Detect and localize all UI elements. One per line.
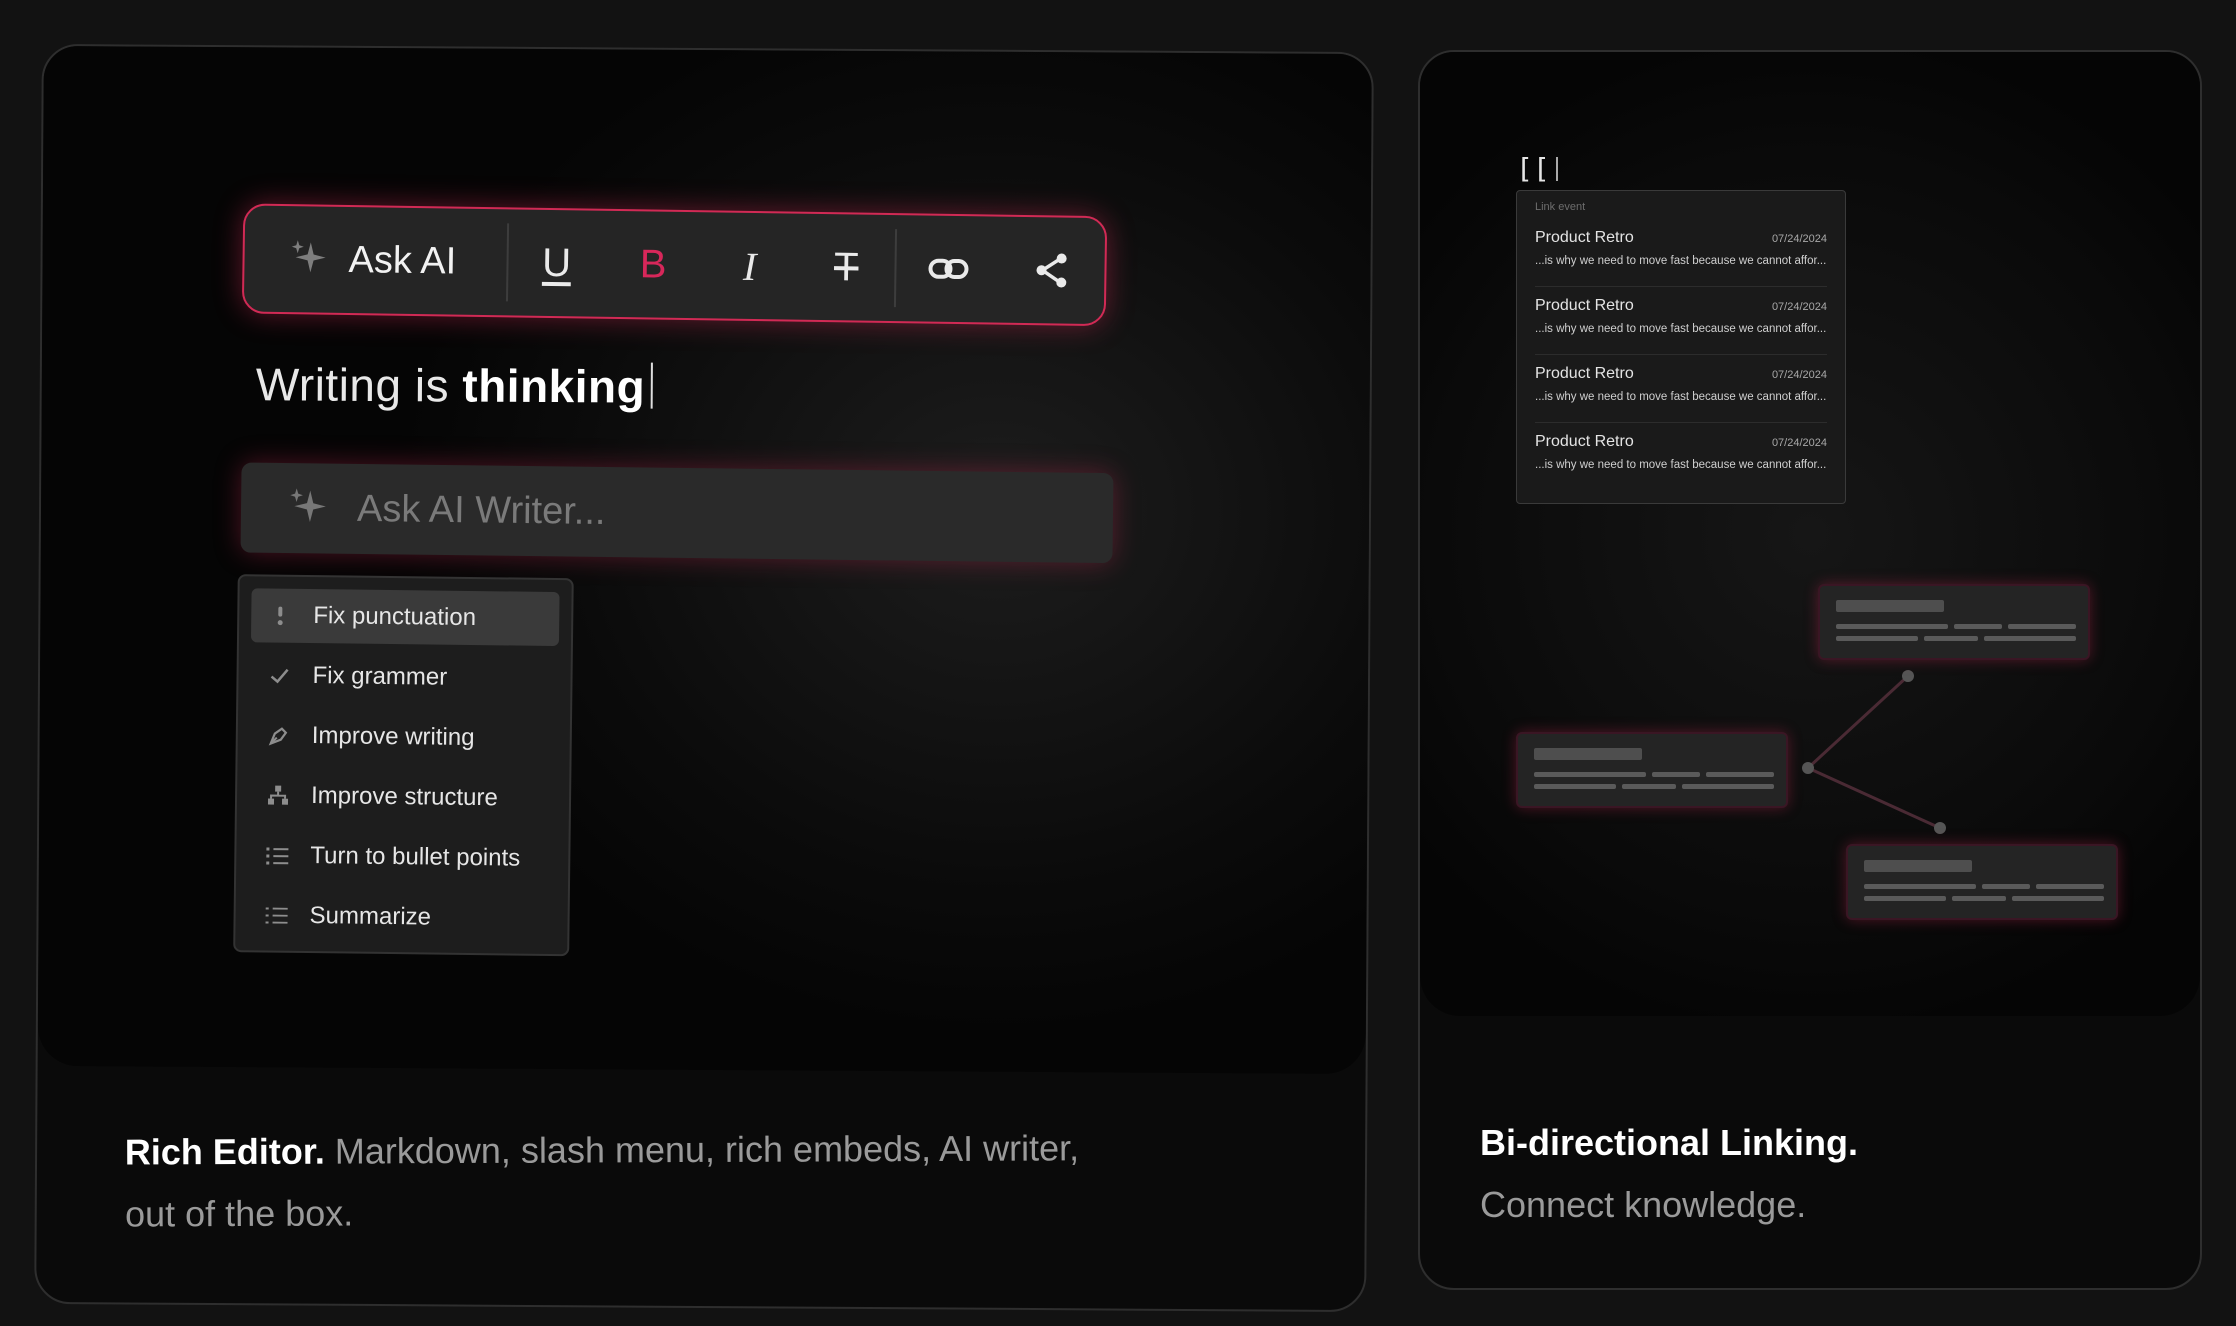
summary-list-icon bbox=[263, 902, 289, 928]
menu-item-fix-punctuation[interactable]: Fix punctuation bbox=[250, 588, 560, 647]
text-format-group: U B I T bbox=[508, 230, 895, 300]
menu-item-improve-writing[interactable]: Improve writing bbox=[249, 708, 558, 766]
share-icon bbox=[1036, 253, 1067, 288]
check-icon bbox=[266, 662, 292, 688]
formatting-toolbar: Ask AI U B I T bbox=[241, 203, 1108, 327]
graph-edge bbox=[1806, 674, 1910, 770]
ask-ai-label: Ask AI bbox=[348, 238, 457, 283]
bi-directional-linking-card: [[ Link event Product Retro 07/24/2024 .… bbox=[1418, 50, 2202, 1290]
menu-item-improve-structure[interactable]: Improve structure bbox=[249, 768, 558, 826]
graph-node-dot bbox=[1902, 670, 1914, 682]
sparkles-icon bbox=[287, 484, 332, 534]
node-line-placeholder bbox=[1652, 772, 1700, 777]
node-line-placeholder bbox=[1864, 884, 1976, 889]
node-line-placeholder bbox=[1682, 784, 1774, 789]
share-button[interactable] bbox=[1020, 238, 1085, 303]
graph-edge bbox=[1807, 766, 1941, 830]
node-line-placeholder bbox=[1836, 624, 1948, 629]
rich-editor-caption: Rich Editor. Markdown, slash menu, rich … bbox=[125, 1117, 1086, 1245]
menu-item-fix-grammer[interactable]: Fix grammer bbox=[250, 648, 559, 706]
node-line-placeholder bbox=[1836, 636, 1918, 641]
sparkles-icon bbox=[288, 236, 331, 284]
bold-icon: B bbox=[639, 241, 667, 287]
node-line-placeholder bbox=[1924, 636, 1978, 641]
link-button[interactable] bbox=[916, 236, 981, 301]
bullet-list-icon bbox=[264, 842, 290, 868]
hierarchy-icon bbox=[265, 782, 291, 808]
menu-item-label: Improve structure bbox=[310, 782, 498, 812]
menu-item-label: Summarize bbox=[309, 902, 432, 931]
pen-nib-icon bbox=[266, 722, 292, 748]
menu-item-label: Turn to bullet points bbox=[310, 842, 521, 872]
node-line-placeholder bbox=[1952, 896, 2006, 901]
node-line-placeholder bbox=[1864, 896, 1946, 901]
node-title-placeholder bbox=[1864, 860, 1972, 872]
node-line-placeholder bbox=[1982, 884, 2030, 889]
node-line-placeholder bbox=[1534, 784, 1616, 789]
ask-ai-writer-placeholder: Ask AI Writer... bbox=[356, 487, 606, 533]
node-line-placeholder bbox=[2036, 884, 2104, 889]
graph-note-node[interactable] bbox=[1818, 584, 2090, 660]
menu-item-label: Fix grammer bbox=[312, 662, 448, 691]
menu-item-label: Improve writing bbox=[311, 722, 475, 752]
editor-text-bold: thinking bbox=[462, 359, 646, 413]
graph-note-node[interactable] bbox=[1846, 844, 2118, 920]
italic-button[interactable]: I bbox=[717, 233, 782, 298]
node-line-placeholder bbox=[2008, 624, 2076, 629]
text-caret bbox=[651, 362, 654, 409]
strikethrough-icon: T bbox=[833, 244, 859, 290]
bold-button[interactable]: B bbox=[621, 232, 686, 297]
menu-item-summarize[interactable]: Summarize bbox=[247, 888, 556, 946]
strikethrough-button[interactable]: T bbox=[814, 235, 879, 300]
underline-icon: U bbox=[541, 240, 572, 285]
linking-caption: Bi-directional Linking. Connect knowledg… bbox=[1480, 1112, 2160, 1236]
editor-text-normal: Writing is bbox=[255, 358, 463, 412]
caption-title: Rich Editor. bbox=[124, 1130, 325, 1173]
ask-ai-button[interactable]: Ask AI bbox=[244, 235, 507, 286]
editor-preview-panel: Ask AI U B I T Writing is thinking Ask A… bbox=[37, 45, 1372, 1075]
link-share-group bbox=[896, 236, 1105, 303]
italic-icon: I bbox=[742, 243, 757, 289]
node-line-placeholder bbox=[1706, 772, 1774, 777]
underline-button[interactable]: U bbox=[524, 231, 589, 296]
punctuation-icon bbox=[267, 602, 293, 628]
node-title-placeholder bbox=[1534, 748, 1642, 760]
node-line-placeholder bbox=[1534, 772, 1646, 777]
ai-actions-menu: Fix punctuation Fix grammer Improve writ… bbox=[233, 574, 574, 957]
linking-preview-panel: [[ Link event Product Retro 07/24/2024 .… bbox=[1420, 52, 2200, 1016]
node-line-placeholder bbox=[1984, 636, 2076, 641]
caption-title: Bi-directional Linking. bbox=[1480, 1122, 1859, 1163]
graph-node-dot bbox=[1934, 822, 1946, 834]
caption-text: Connect knowledge. bbox=[1480, 1184, 1807, 1225]
node-line-placeholder bbox=[1954, 624, 2002, 629]
node-line-placeholder bbox=[2012, 896, 2104, 901]
menu-item-label: Fix punctuation bbox=[313, 602, 477, 632]
link-icon bbox=[928, 258, 969, 280]
rich-editor-card: Ask AI U B I T Writing is thinking Ask A… bbox=[34, 43, 1374, 1313]
graph-note-node[interactable] bbox=[1516, 732, 1788, 808]
editor-text[interactable]: Writing is thinking bbox=[256, 357, 654, 413]
graph-node-dot bbox=[1802, 762, 1814, 774]
menu-item-bullet-points[interactable]: Turn to bullet points bbox=[248, 828, 557, 886]
node-line-placeholder bbox=[1622, 784, 1676, 789]
node-title-placeholder bbox=[1836, 600, 1944, 612]
ask-ai-writer-input[interactable]: Ask AI Writer... bbox=[240, 462, 1114, 564]
